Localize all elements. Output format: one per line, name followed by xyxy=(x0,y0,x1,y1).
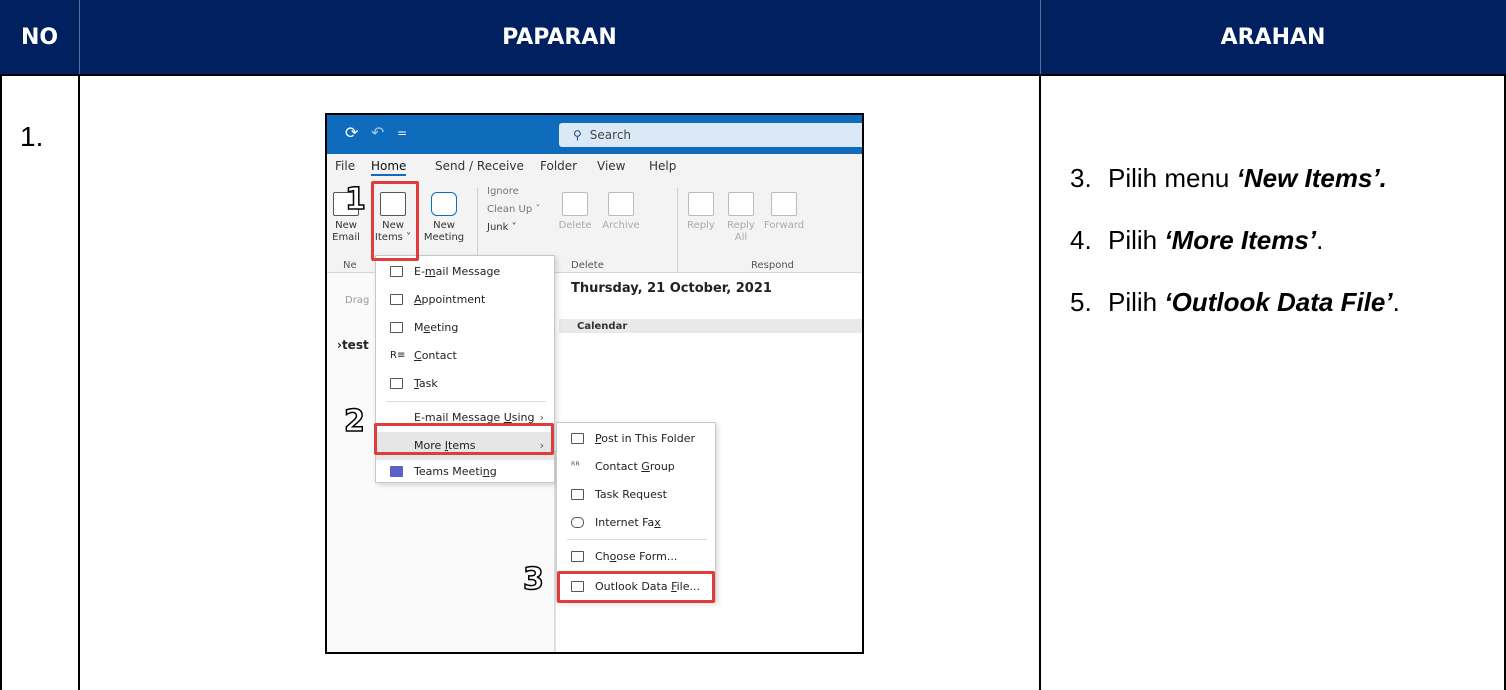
group-respond-label: Respond xyxy=(751,260,795,271)
instruction-list: 3. Pilih menu ‘New Items’. 4. Pilih ‘More … xyxy=(1070,160,1400,346)
forward-button[interactable]: Forward xyxy=(763,192,805,232)
title-bar: ⟳ ↶ = ⚲ Search xyxy=(327,115,862,154)
menu-item-task-request[interactable]: Task Request xyxy=(557,481,715,509)
highlight-more-items xyxy=(374,423,554,455)
tab-home[interactable]: Home xyxy=(371,159,407,176)
header-paparan: PAPARAN xyxy=(502,24,617,50)
highlight-outlook-data-file xyxy=(557,571,715,603)
highlight-new-items xyxy=(371,181,419,261)
tab-send-receive[interactable]: Send / Receive xyxy=(435,159,524,173)
contact-group-icon: ᴿᴿ xyxy=(571,461,580,472)
search-input[interactable]: ⚲ Search xyxy=(559,123,862,147)
menu-item-teams-meeting[interactable]: Teams Meeting xyxy=(376,458,554,486)
table-border-col1 xyxy=(78,74,80,690)
group-delete-label: Delete xyxy=(571,260,604,271)
calendar-icon xyxy=(390,294,403,305)
archive-button[interactable]: Archive xyxy=(599,192,643,232)
menu-item-contact[interactable]: R≡ Contact xyxy=(376,342,554,370)
search-icon: ⚲ xyxy=(573,128,582,142)
group-new-label: Ne xyxy=(343,260,357,271)
header-no: NO xyxy=(20,24,59,50)
table-border-left xyxy=(0,74,2,690)
menu-item-meeting[interactable]: Meeting xyxy=(376,314,554,342)
trash-icon xyxy=(562,192,588,216)
menu-item-task[interactable]: Task xyxy=(376,370,554,398)
teams-icon xyxy=(390,466,403,477)
teams-meeting-icon xyxy=(431,192,457,216)
tab-file[interactable]: File xyxy=(335,159,355,173)
archive-icon xyxy=(608,192,634,216)
reply-all-button[interactable]: Reply All xyxy=(723,192,759,244)
drag-hint: Drag xyxy=(345,295,370,306)
undo-icon[interactable]: ↶ xyxy=(371,123,384,142)
qat-customize-icon[interactable]: = xyxy=(397,126,407,140)
delete-button[interactable]: Delete xyxy=(553,192,597,232)
sync-icon[interactable]: ⟳ xyxy=(345,123,358,142)
calendar-date: Thursday, 21 October, 2021 xyxy=(571,281,772,296)
row-number: 1. xyxy=(20,121,44,152)
menu-item-internet-fax[interactable]: Internet Fax xyxy=(557,509,715,537)
new-meeting-button[interactable]: New Meeting xyxy=(421,192,467,244)
ignore-button[interactable]: Ignore xyxy=(487,186,519,197)
reply-icon xyxy=(688,192,714,216)
ribbon-tabs: File Home Send / Receive Folder View Hel… xyxy=(327,154,862,180)
outlook-screenshot: ⟳ ↶ = ⚲ Search File Home Send / Receive F… xyxy=(325,113,864,654)
reply-button[interactable]: Reply xyxy=(683,192,719,232)
calendar-label: Calendar xyxy=(577,321,628,332)
callout-1: 1 xyxy=(344,182,366,217)
clean-up-button[interactable]: Clean Up ˅ xyxy=(487,204,540,215)
contact-icon: R≡ xyxy=(390,350,406,361)
instruction-step-4: 4. Pilih ‘More Items’. xyxy=(1070,225,1324,255)
forward-icon xyxy=(771,192,797,216)
reply-all-icon xyxy=(728,192,754,216)
tab-folder[interactable]: Folder xyxy=(540,159,577,173)
callout-3: 3 xyxy=(522,562,544,597)
junk-button[interactable]: Junk ˅ xyxy=(487,222,517,233)
menu-item-post-in-this-folder[interactable]: Post in This Folder xyxy=(557,425,715,453)
menu-item-choose-form[interactable]: Choose Form... xyxy=(557,543,715,571)
post-icon xyxy=(571,433,584,444)
row-divider xyxy=(0,74,1506,76)
menu-item-appointment[interactable]: Appointment xyxy=(376,286,554,314)
menu-item-email-message[interactable]: E-mail Message xyxy=(376,258,554,286)
tab-view[interactable]: View xyxy=(597,159,625,173)
folder-test[interactable]: ›test xyxy=(337,338,369,352)
callout-2: 2 xyxy=(343,404,365,439)
task-request-icon xyxy=(571,489,584,500)
fax-icon xyxy=(571,517,584,528)
header-arahan: ARAHAN xyxy=(1220,24,1326,50)
instruction-step-3: 3. Pilih menu ‘New Items’. xyxy=(1070,163,1387,193)
form-icon xyxy=(571,551,584,562)
tab-help[interactable]: Help xyxy=(649,159,676,173)
instruction-step-5: 5. Pilih ‘Outlook Data File’. xyxy=(1070,287,1400,317)
table-border-col2 xyxy=(1039,74,1041,690)
task-icon xyxy=(390,378,403,389)
menu-item-contact-group[interactable]: ᴿᴿ Contact Group xyxy=(557,453,715,481)
envelope-icon xyxy=(390,266,403,277)
meeting-icon xyxy=(390,322,403,333)
table-header-row: NO PAPARAN ARAHAN xyxy=(0,0,1506,74)
